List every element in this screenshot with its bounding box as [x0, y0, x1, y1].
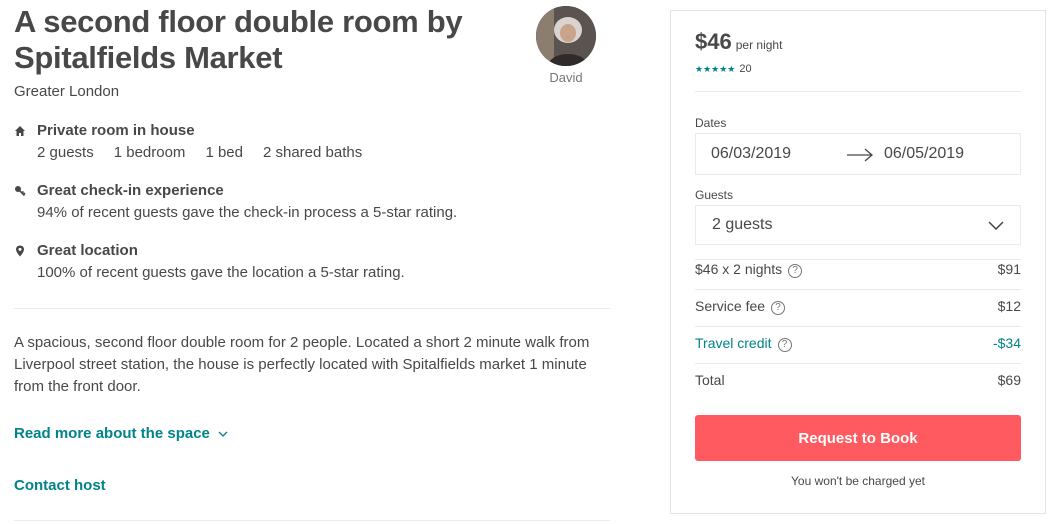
- line-divider: [695, 363, 1021, 364]
- feature-text: 94% of recent guests gave the check-in p…: [37, 204, 458, 221]
- feature-title: Great location: [37, 242, 138, 259]
- help-icon[interactable]: ?: [788, 264, 803, 278]
- price-line-total: Total $69: [695, 372, 1021, 392]
- listing-title: A second floor double room by Spitalfiel…: [14, 4, 463, 75]
- stat-baths: 2 shared baths: [262, 144, 363, 161]
- host-profile[interactable]: David: [536, 6, 596, 85]
- feature-text: 100% of recent guests gave the location …: [37, 264, 405, 281]
- map-pin-icon: [14, 245, 26, 257]
- date-range-picker: 06/03/2019 06/05/2019: [695, 133, 1021, 175]
- booking-panel: $46 per night ★★★★★ 20 Dates 06/03/2019 06…: [670, 10, 1046, 514]
- request-to-book-button[interactable]: Request to Book: [695, 415, 1021, 461]
- price-line-travel-credit: Travel credit? -$34: [695, 335, 1021, 355]
- room-stats: 2 guests 1 bedroom 1 bed 2 shared baths: [37, 144, 382, 161]
- section-divider: [14, 520, 610, 521]
- house-icon: [14, 125, 26, 137]
- check-out-date[interactable]: 06/05/2019: [884, 145, 964, 163]
- line-label: $46 x 2 nights: [695, 261, 783, 277]
- price-row: $46 per night: [695, 29, 782, 55]
- guests-value: 2 guests: [712, 216, 773, 233]
- line-label: Travel credit: [695, 335, 772, 351]
- host-avatar[interactable]: [536, 6, 596, 66]
- stat-beds: 1 bed: [205, 144, 243, 161]
- panel-divider: [695, 91, 1021, 92]
- chevron-down-icon: [988, 221, 1004, 230]
- host-avatar-image: [536, 6, 596, 66]
- line-divider: [695, 326, 1021, 327]
- section-divider: [14, 308, 610, 309]
- price-line-service-fee: Service fee? $12: [695, 298, 1021, 318]
- read-more-label: Read more about the space: [14, 425, 210, 442]
- listing-description: A spacious, second floor double room for…: [14, 334, 590, 395]
- nightly-price: $46: [695, 29, 732, 54]
- host-name: David: [549, 70, 583, 85]
- help-icon[interactable]: ?: [771, 301, 786, 315]
- line-divider: [695, 289, 1021, 290]
- line-amount: $12: [997, 298, 1021, 314]
- guests-select[interactable]: 2 guests: [695, 205, 1021, 245]
- feature-title: Private room in house: [37, 122, 195, 139]
- contact-host-link[interactable]: Contact host: [14, 477, 106, 494]
- not-charged-note: You won't be charged yet: [791, 474, 925, 488]
- stat-guests: 2 guests: [37, 144, 94, 161]
- check-in-date[interactable]: 06/03/2019: [711, 145, 791, 163]
- per-night-label: per night: [735, 38, 783, 52]
- line-label: Service fee: [695, 298, 766, 314]
- help-icon[interactable]: ?: [777, 338, 792, 352]
- star-rating-icon: ★★★★★: [695, 64, 736, 74]
- chevron-down-icon: [218, 431, 228, 437]
- key-icon: [14, 185, 26, 197]
- review-count: 20: [739, 63, 752, 75]
- line-amount: $91: [997, 261, 1021, 277]
- price-line-nights: $46 x 2 nights? $91: [695, 261, 1021, 281]
- stat-bedrooms: 1 bedroom: [113, 144, 186, 161]
- line-amount: -$34: [992, 335, 1021, 351]
- line-label: Total: [695, 372, 725, 388]
- panel-divider: [695, 259, 1021, 260]
- dates-label: Dates: [695, 116, 727, 130]
- listing-location: Greater London: [14, 83, 120, 100]
- feature-title: Great check-in experience: [37, 182, 224, 199]
- read-more-link[interactable]: Read more about the space: [14, 425, 228, 442]
- guests-label: Guests: [695, 188, 734, 202]
- line-amount: $69: [997, 372, 1021, 388]
- rating-summary[interactable]: ★★★★★ 20: [695, 63, 752, 75]
- arrow-right-icon: [846, 148, 874, 162]
